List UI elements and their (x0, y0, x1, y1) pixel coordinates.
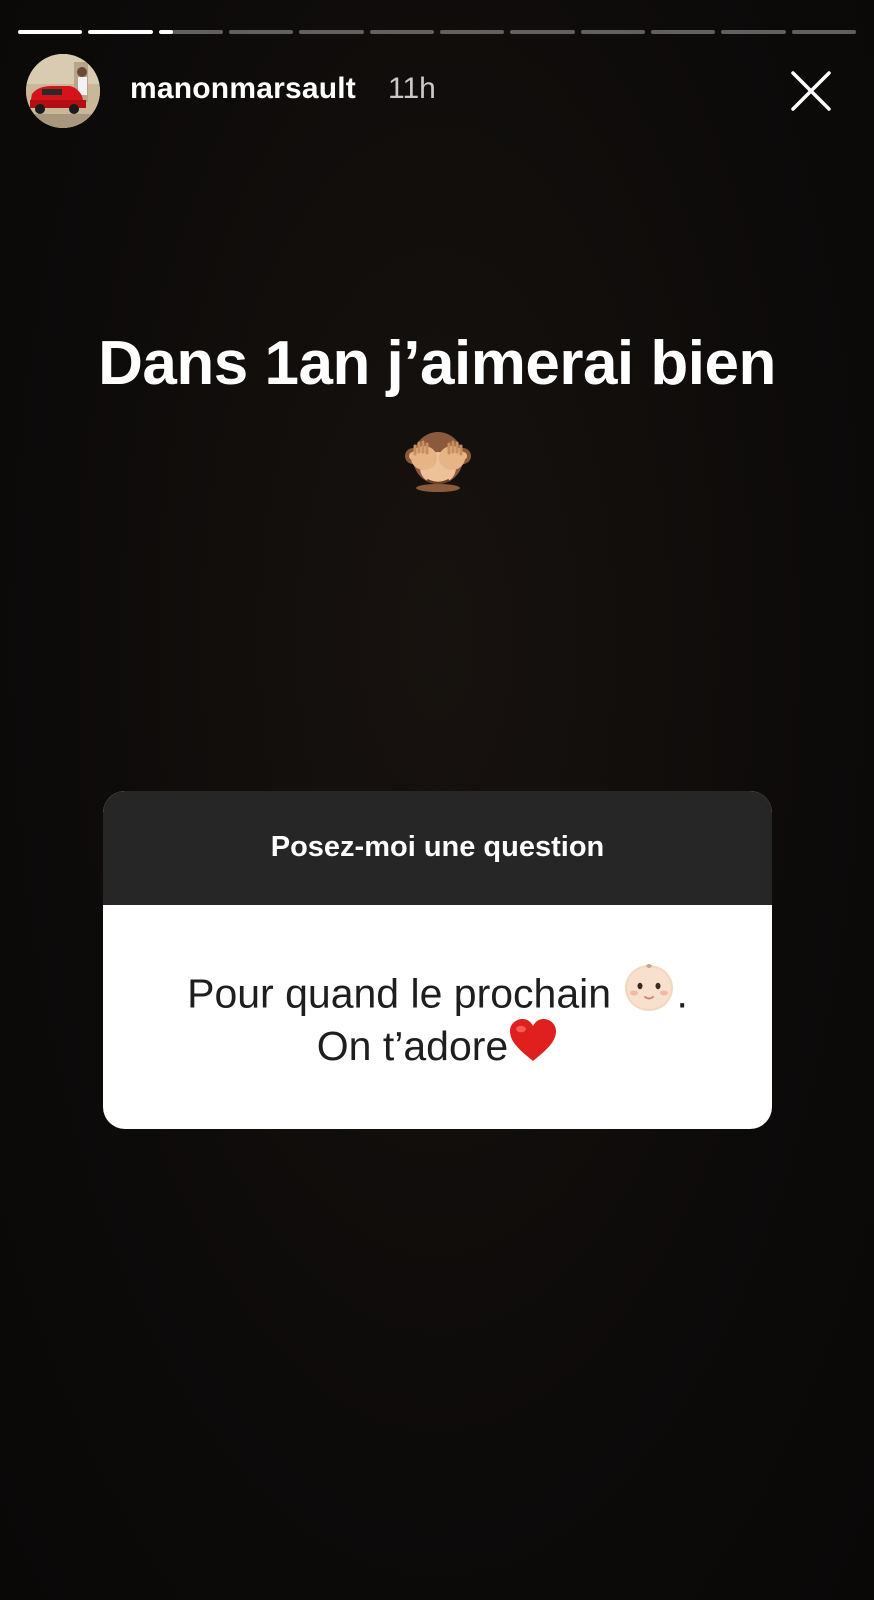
story-progress-segment (791, 30, 856, 34)
question-sticker-header: Posez-moi une question (103, 791, 772, 905)
story-viewer[interactable]: manonmarsault 11h Dans 1an j’aimerai bie… (0, 0, 874, 1600)
story-progress (18, 30, 856, 34)
answer-text-line2: On t’adore (316, 1023, 509, 1069)
story-progress-segment (650, 30, 716, 34)
story-header: manonmarsault 11h (26, 54, 856, 128)
heart-icon (508, 1017, 558, 1076)
story-progress-fill (88, 30, 153, 34)
story-progress-segment (439, 30, 505, 34)
baby-icon (622, 962, 676, 1025)
see-no-evil-monkey-icon (405, 428, 471, 492)
story-progress-segment (299, 30, 364, 34)
username[interactable]: manonmarsault (130, 72, 356, 106)
story-progress-segment (228, 30, 294, 34)
close-icon[interactable] (788, 68, 834, 114)
story-progress-segment (510, 30, 575, 34)
question-sticker-title: Posez-moi une question (270, 831, 605, 863)
post-time: 11h (388, 72, 436, 105)
answer-text-line1-end: . (676, 970, 688, 1017)
avatar-image (26, 54, 100, 128)
avatar[interactable] (26, 54, 100, 128)
story-progress-segment (158, 30, 223, 34)
story-progress-fill (18, 30, 83, 34)
story-progress-segment (18, 30, 83, 34)
story-progress-segment (721, 30, 786, 34)
story-progress-segment (369, 30, 434, 34)
story-caption: Dans 1an j’aimerai bien (98, 329, 776, 398)
story-progress-segment (88, 30, 153, 34)
story-progress-segment (580, 30, 645, 34)
story-progress-fill (158, 30, 173, 34)
answer-text-line1: Pour quand le prochain (187, 970, 612, 1017)
question-sticker[interactable]: Posez-moi une question Pour quand le pro… (103, 791, 772, 1129)
question-sticker-answer: Pour quand le prochain . On t’adore (103, 962, 772, 1076)
